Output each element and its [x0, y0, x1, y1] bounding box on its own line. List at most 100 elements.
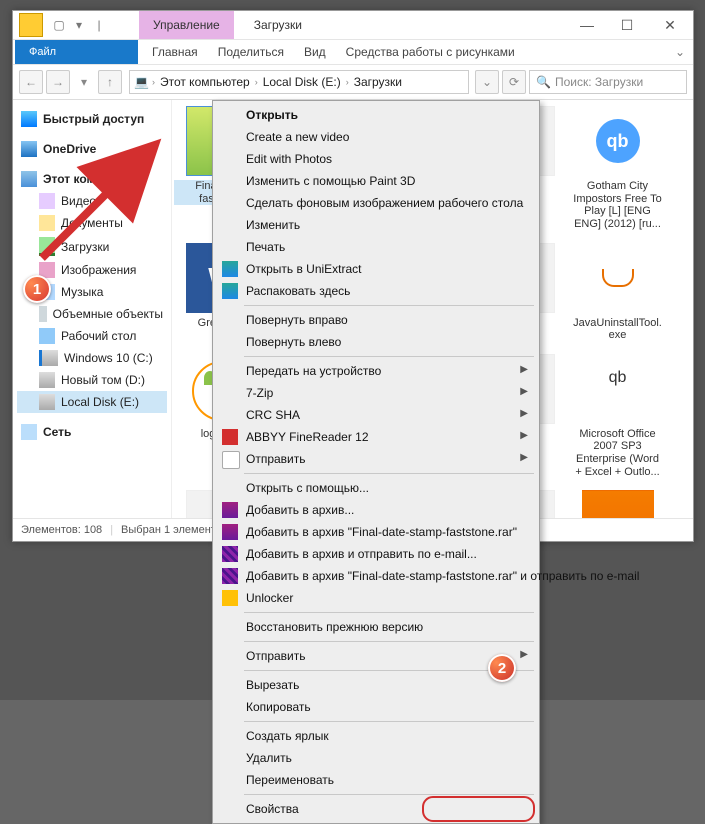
menu-view[interactable]: Вид: [294, 45, 336, 59]
ctx-add-rar-mail[interactable]: Добавить в архив "Final-date-stamp-fasts…: [216, 565, 536, 587]
sidebar-desktop[interactable]: Рабочий стол: [17, 325, 167, 347]
qbittorrent-icon: qb: [582, 354, 654, 424]
search-input[interactable]: 🔍 Поиск: Загрузки: [529, 70, 687, 94]
chevron-right-icon: ▶: [520, 649, 528, 660]
objects-icon: [39, 306, 47, 322]
history-dropdown[interactable]: ▾: [73, 71, 95, 93]
nav-pane: Быстрый доступ OneDrive Этот компьютер В…: [13, 100, 172, 528]
menu-file[interactable]: Файл: [15, 40, 138, 64]
file-label: Microsoft Office 2007 SP3 Enterprise (Wo…: [570, 428, 665, 479]
ctx-open[interactable]: Открыть: [216, 104, 536, 126]
ctx-print[interactable]: Печать: [216, 236, 536, 258]
sidebar-drive-c[interactable]: Windows 10 (C:): [17, 347, 167, 369]
ctx-crc-sha[interactable]: CRC SHA▶: [216, 404, 536, 426]
qbittorrent-icon: qb: [582, 106, 654, 176]
qat-divider: |: [89, 18, 109, 32]
file-item[interactable]: qb Gotham City Impostors Free To Play [L…: [570, 106, 665, 231]
winrar-icon: [222, 568, 238, 584]
qat-btn[interactable]: ▢: [49, 18, 69, 32]
address-bar[interactable]: 💻 › Этот компьютер › Local Disk (E:) › З…: [129, 70, 469, 94]
winrar-icon: [222, 524, 238, 540]
annotation-badge-2: 2: [488, 654, 516, 682]
ctx-paint3d[interactable]: Изменить с помощью Paint 3D: [216, 170, 536, 192]
ctx-delete[interactable]: Удалить: [216, 747, 536, 769]
file-item[interactable]: JavaUninstallTool.exe: [570, 243, 665, 342]
menu-home[interactable]: Главная: [142, 45, 208, 59]
file-label: JavaUninstallTool.exe: [570, 317, 665, 342]
chevron-right-icon: ›: [252, 77, 261, 87]
annotation-badge-1: 1: [23, 275, 51, 303]
ctx-restore-version[interactable]: Восстановить прежнюю версию: [216, 616, 536, 638]
ctx-properties[interactable]: Свойства: [216, 798, 536, 820]
addr-dropdown[interactable]: ⌄: [475, 70, 499, 94]
ctx-7zip[interactable]: 7-Zip▶: [216, 382, 536, 404]
quick-access-toolbar: ▢ ▾ |: [49, 18, 109, 32]
ctx-cut[interactable]: Вырезать: [216, 674, 536, 696]
ctx-copy[interactable]: Копировать: [216, 696, 536, 718]
context-menu: Открыть Create a new video Edit with Pho…: [212, 100, 540, 824]
status-count: Элементов: 108: [21, 524, 102, 536]
ctx-unlocker[interactable]: Unlocker: [216, 587, 536, 609]
ctx-new-video[interactable]: Create a new video: [216, 126, 536, 148]
send-icon: [222, 451, 240, 469]
sidebar-drive-d[interactable]: Новый том (D:): [17, 369, 167, 391]
sidebar-onedrive[interactable]: OneDrive: [17, 138, 167, 160]
file-item[interactable]: qb Microsoft Office 2007 SP3 Enterprise …: [570, 354, 665, 479]
ctx-edit[interactable]: Изменить: [216, 214, 536, 236]
sidebar-this-pc[interactable]: Этот компьютер: [17, 168, 167, 190]
sidebar-3d-objects[interactable]: Объемные объекты: [17, 303, 167, 325]
back-button[interactable]: ←: [19, 70, 43, 94]
breadcrumb[interactable]: Этот компьютер: [158, 75, 252, 89]
ctx-cast[interactable]: Передать на устройство▶: [216, 360, 536, 382]
video-icon: [39, 193, 55, 209]
ctx-uniextract[interactable]: Открыть в UniExtract: [216, 258, 536, 280]
java-icon: [582, 243, 654, 313]
winrar-icon: [222, 546, 238, 562]
menu-share[interactable]: Поделиться: [208, 45, 294, 59]
forward-button[interactable]: →: [46, 70, 70, 94]
drive-icon: [39, 394, 55, 410]
ctx-open-with[interactable]: Открыть с помощью...: [216, 477, 536, 499]
refresh-button[interactable]: ⟳: [502, 70, 526, 94]
search-placeholder: Поиск: Загрузки: [555, 75, 643, 89]
ctx-abbyy[interactable]: ABBYY FineReader 12▶: [216, 426, 536, 448]
onedrive-icon: [21, 141, 37, 157]
chevron-right-icon: ▶: [520, 364, 528, 375]
ctx-create-shortcut[interactable]: Создать ярлык: [216, 725, 536, 747]
pc-icon: [21, 171, 37, 187]
extract-icon: [222, 283, 238, 299]
menu-picture-tools[interactable]: Средства работы с рисунками: [336, 45, 525, 59]
ctx-wallpaper[interactable]: Сделать фоновым изображением рабочего ст…: [216, 192, 536, 214]
ctx-rename[interactable]: Переименовать: [216, 769, 536, 791]
sidebar-downloads[interactable]: Загрузки: [17, 234, 167, 259]
breadcrumb[interactable]: Загрузки: [352, 75, 404, 89]
qat-btn[interactable]: ▾: [69, 18, 89, 32]
ctx-rotate-right[interactable]: Повернуть вправо: [216, 309, 536, 331]
ctx-add-archive[interactable]: Добавить в архив...: [216, 499, 536, 521]
ctx-add-rar[interactable]: Добавить в архив "Final-date-stamp-fasts…: [216, 521, 536, 543]
sidebar-drive-e[interactable]: Local Disk (E:): [17, 391, 167, 413]
minimize-button[interactable]: —: [567, 11, 607, 39]
sidebar-quick-access[interactable]: Быстрый доступ: [17, 108, 167, 130]
sidebar-video[interactable]: Видео: [17, 190, 167, 212]
ribbon-tab-manage[interactable]: Управление: [139, 11, 234, 39]
breadcrumb[interactable]: Local Disk (E:): [261, 75, 343, 89]
up-button[interactable]: ↑: [98, 70, 122, 94]
sidebar-documents[interactable]: Документы: [17, 212, 167, 234]
winrar-icon: [222, 502, 238, 518]
expand-ribbon-icon[interactable]: ⌄: [675, 45, 685, 59]
ctx-add-archive-mail[interactable]: Добавить в архив и отправить по e-mail..…: [216, 543, 536, 565]
ctx-edit-photos[interactable]: Edit with Photos: [216, 148, 536, 170]
close-button[interactable]: ✕: [647, 11, 693, 39]
downloads-icon: [39, 237, 55, 256]
chevron-right-icon: ›: [343, 77, 352, 87]
ctx-unpack-here[interactable]: Распаковать здесь: [216, 280, 536, 302]
maximize-button[interactable]: ☐: [607, 11, 647, 39]
ribbon-tabstrip: Файл Главная Поделиться Вид Средства раб…: [13, 40, 693, 65]
sidebar-network[interactable]: Сеть: [17, 421, 167, 443]
ctx-send[interactable]: Отправить▶: [216, 448, 536, 470]
ctx-rotate-left[interactable]: Повернуть влево: [216, 331, 536, 353]
network-icon: [21, 424, 37, 440]
unlocker-icon: [222, 590, 238, 606]
star-icon: [21, 111, 37, 127]
